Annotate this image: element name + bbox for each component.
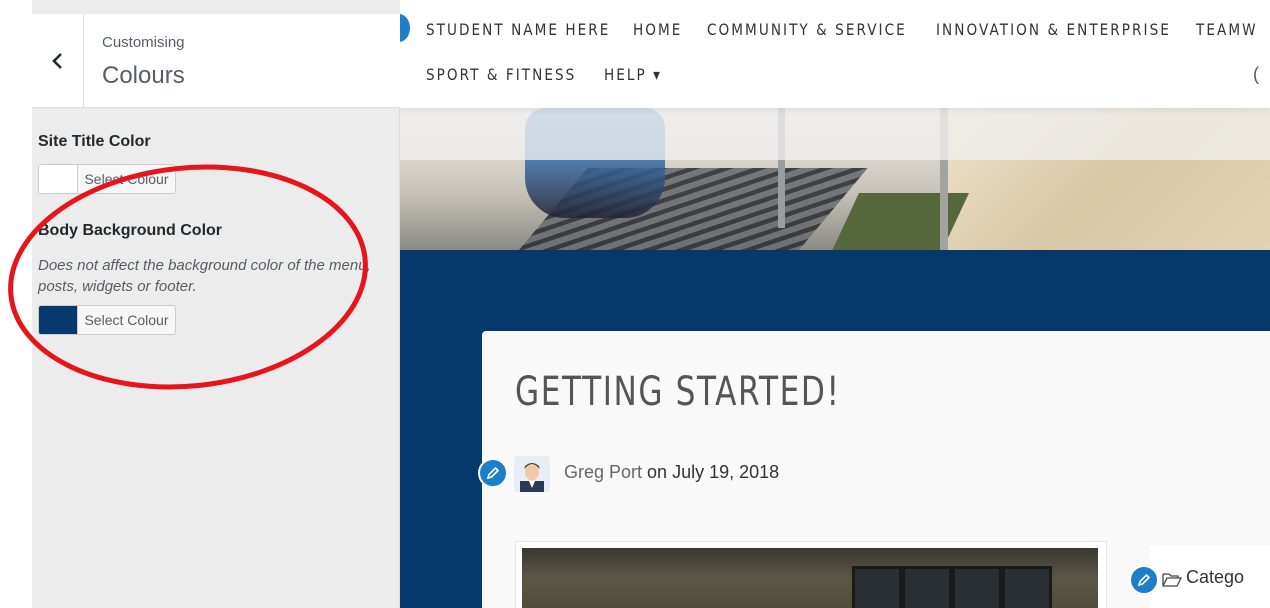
section-title: Colours: [102, 62, 185, 89]
post-title[interactable]: GETTING STARTED!: [515, 369, 841, 415]
post-byline: Greg Port on July 19, 2018: [564, 462, 779, 483]
pencil-icon: [1137, 573, 1151, 587]
category-widget: Catego: [1129, 545, 1270, 608]
body-background-color-label: Body Background Color: [38, 222, 223, 239]
edit-widget-shortcut[interactable]: [1129, 565, 1159, 595]
back-button[interactable]: [32, 14, 84, 107]
select-colour-label: Select Colour: [84, 312, 169, 328]
site-title-color-label: Site Title Color: [38, 133, 151, 150]
breadcrumb: Customising: [102, 34, 185, 51]
category-label: Catego: [1186, 567, 1245, 587]
post-date: on July 19, 2018: [647, 462, 780, 482]
author-link[interactable]: Greg Port: [564, 462, 642, 482]
customizer-section-header: Customising Colours: [32, 14, 400, 108]
site-navigation: STUDENT NAME HERE HOME COMMUNITY & SERVI…: [400, 0, 1270, 108]
sidebar-top-strip: [32, 0, 400, 14]
select-colour-label: Select Colour: [84, 171, 169, 187]
body-background-color-picker-button[interactable]: Select Colour: [38, 305, 176, 335]
nav-item-innovation-enterprise[interactable]: INNOVATION & ENTERPRISE: [936, 20, 1171, 39]
featured-image: [515, 541, 1107, 608]
customizer-sidebar: Customising Colours Site Title Color Sel…: [32, 0, 400, 608]
edit-post-shortcut[interactable]: [478, 458, 508, 488]
chevron-left-icon: [51, 52, 62, 69]
body-background-color-swatch: [39, 306, 78, 334]
site-preview: STUDENT NAME HERE HOME COMMUNITY & SERVI…: [400, 0, 1270, 608]
site-title-color-swatch: [39, 165, 78, 193]
nav-item-help[interactable]: HELP ▾: [604, 65, 662, 84]
pencil-icon: [486, 466, 500, 480]
nav-item-community-service[interactable]: COMMUNITY & SERVICE: [707, 20, 907, 39]
nav-item-home[interactable]: HOME: [633, 20, 682, 39]
folder-open-icon: [1162, 573, 1182, 587]
nav-item-sport-fitness[interactable]: SPORT & FITNESS: [426, 65, 576, 84]
edit-shortcut-icon[interactable]: [400, 14, 410, 42]
body-background-color-description: Does not affect the background color of …: [38, 257, 371, 295]
site-title-color-picker-button[interactable]: Select Colour: [38, 164, 176, 194]
nav-cutoff-glyph: (: [1253, 64, 1259, 84]
author-avatar: [514, 456, 550, 492]
header-image: [400, 108, 1270, 250]
nav-item-teamwork[interactable]: TEAMW: [1196, 20, 1258, 39]
nav-item-student-name[interactable]: STUDENT NAME HERE: [426, 20, 610, 39]
